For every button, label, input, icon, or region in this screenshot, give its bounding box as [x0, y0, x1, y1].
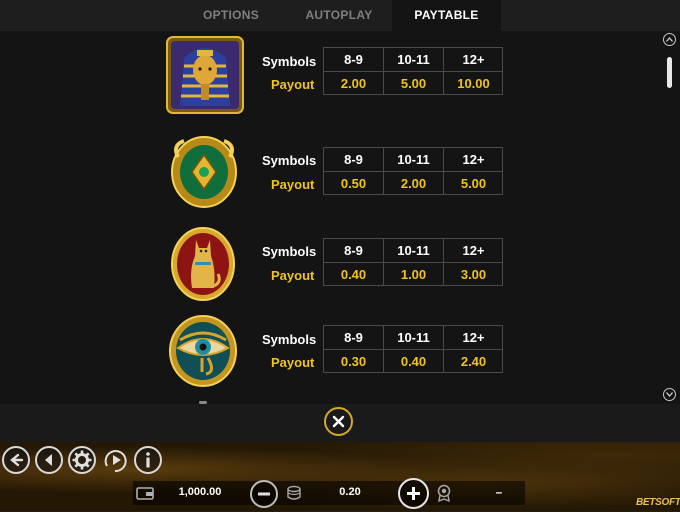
payout-value: 0.40	[400, 354, 427, 369]
cat-icon	[171, 227, 235, 301]
payout-value: 0.50	[340, 176, 367, 191]
tab-options[interactable]: OPTIONS	[185, 0, 277, 31]
info-icon	[146, 452, 150, 468]
header-10-11: 10-11	[397, 152, 430, 167]
header-8-9: 8-9	[344, 243, 363, 258]
scroll-up-button[interactable]	[663, 33, 676, 46]
close-button[interactable]	[324, 407, 353, 436]
decrease-bet-button[interactable]	[250, 480, 278, 508]
settings-button[interactable]	[68, 446, 96, 474]
autoplay-button[interactable]	[101, 446, 129, 474]
info-button[interactable]	[134, 446, 162, 474]
tab-autoplay[interactable]: AUTOPLAY	[290, 0, 388, 31]
autoplay-icon	[104, 450, 127, 473]
payout-grid: 8-9 10-11 12+ 0.40 1.00 3.00	[323, 238, 503, 286]
header-8-9: 8-9	[344, 330, 363, 345]
eye-of-horus-icon	[169, 315, 237, 387]
tab-paytable[interactable]: PAYTABLE	[392, 0, 501, 31]
chevron-down-icon	[666, 392, 673, 397]
chevron-up-icon	[666, 37, 673, 42]
symbols-label: Symbols	[262, 332, 317, 347]
minus-icon	[258, 492, 270, 496]
header-12-plus: 12+	[462, 52, 485, 67]
symbols-label: Symbols	[262, 244, 317, 259]
payout-value: 2.00	[400, 176, 427, 191]
payout-value: 0.40	[340, 267, 367, 282]
payout-value: 10.00	[457, 76, 490, 91]
pharaoh-icon	[166, 36, 244, 114]
play-left-icon	[45, 454, 52, 466]
payout-value: 2.00	[340, 76, 367, 91]
coins-icon	[287, 485, 301, 500]
header-12-plus: 12+	[462, 243, 485, 258]
payout-value: 2.40	[460, 354, 487, 369]
gear-icon	[72, 450, 92, 470]
increase-bet-button[interactable]	[398, 478, 429, 509]
symbols-label: Symbols	[262, 54, 317, 69]
header-12-plus: 12+	[462, 330, 485, 345]
betsoft-logo: BETSOFT	[636, 497, 680, 508]
header-12-plus: 12+	[462, 152, 485, 167]
payout-grid: 8-9 10-11 12+ 0.30 0.40 2.40	[323, 325, 503, 373]
home-button[interactable]	[2, 446, 30, 474]
payout-value: 1.00	[400, 267, 427, 282]
balance-value: 1,000.00	[178, 486, 222, 498]
scarab-icon	[171, 136, 237, 208]
payout-grid: 8-9 10-11 12+ 0.50 2.00 5.00	[323, 147, 503, 195]
payout-value: 5.00	[460, 176, 487, 191]
previous-button[interactable]	[35, 446, 63, 474]
paytable-panel: Symbols Payout 8-9 10-11 12+ 2.00 5.00 1…	[0, 31, 680, 404]
header-10-11: 10-11	[397, 330, 430, 345]
scrollbar-thumb[interactable]	[667, 57, 672, 88]
symbols-label: Symbols	[262, 153, 317, 168]
payout-value: 5.00	[400, 76, 427, 91]
award-icon	[437, 484, 451, 502]
payout-label: Payout	[271, 268, 315, 283]
header-10-11: 10-11	[397, 52, 430, 67]
payout-value: 3.00	[460, 267, 487, 282]
bet-value: 0.20	[339, 486, 361, 498]
scroll-down-button[interactable]	[663, 388, 676, 401]
plus-icon	[407, 487, 420, 500]
win-value: –	[495, 485, 503, 499]
payout-value: 0.30	[340, 354, 367, 369]
payout-grid: 8-9 10-11 12+ 2.00 5.00 10.00	[323, 47, 503, 95]
payout-label: Payout	[271, 177, 315, 192]
close-icon	[332, 415, 345, 428]
tab-bar: OPTIONS AUTOPLAY PAYTABLE	[0, 0, 680, 31]
header-8-9: 8-9	[344, 152, 363, 167]
wallet-icon	[136, 487, 154, 500]
header-8-9: 8-9	[344, 52, 363, 67]
back-arrow-icon	[10, 453, 24, 467]
payout-label: Payout	[271, 77, 315, 92]
payout-label: Payout	[271, 355, 315, 370]
header-10-11: 10-11	[397, 243, 430, 258]
